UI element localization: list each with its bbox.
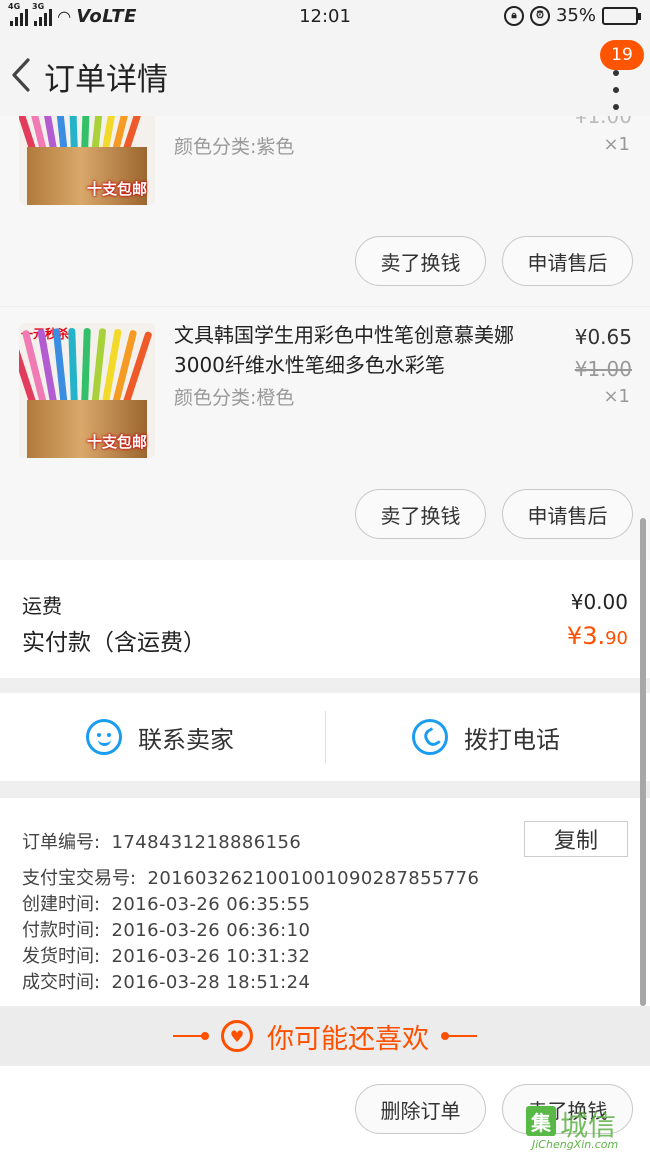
product-image[interactable]: 一元秒杀 十支包邮 [19, 323, 155, 458]
order-info: 订单编号: 1748431218886156 复制 支付宝交易号: 201603… [0, 798, 650, 1006]
watermark-box: 集 [526, 1106, 556, 1136]
decor-line-right [441, 1032, 477, 1040]
after-sales-button[interactable]: 申请售后 [502, 236, 633, 286]
item-price-partial: ¥1.00 [574, 116, 632, 128]
created-time-row: 创建时间: 2016-03-26 06:35:55 [22, 890, 310, 916]
item-title[interactable]: 文具韩国学生用彩色中性笔创意慕美娜3000纤维水性笔细多色水彩笔 [174, 320, 546, 380]
call-label: 拨打电话 [464, 725, 560, 754]
paid-cents: 90 [605, 628, 628, 649]
item-original-price: ¥1.00 [574, 357, 632, 381]
paid-main: ¥3. [566, 622, 606, 650]
shipped-time-row: 发货时间: 2016-03-26 10:31:32 [22, 942, 310, 968]
item-qty: ×1 [603, 386, 630, 407]
shipped-time-value: 2016-03-26 10:31:32 [111, 946, 311, 967]
heart-icon: ♥ [221, 1020, 253, 1052]
order-totals: 运费 ¥0.00 实付款（含运费） ¥3.90 [0, 560, 650, 678]
paid-time-value: 2016-03-26 06:36:10 [111, 920, 311, 941]
promo-label: 十支包邮 [86, 180, 147, 198]
contact-seller-button[interactable]: 联系卖家 [86, 693, 234, 781]
completed-time-row: 成交时间: 2016-03-28 18:51:24 [22, 968, 310, 994]
shipping-label: 运费 [22, 594, 62, 618]
status-bar: 4G 3G ◠ VoLTE 12:01 🔒︎ ⏰︎ 35% [0, 0, 650, 36]
sell-for-cash-button[interactable]: 卖了换钱 [355, 489, 486, 539]
watermark-logo: 集 城信 JiChengXin.com [524, 1104, 646, 1154]
rotation-lock-icon: 🔒︎ [503, 5, 524, 26]
watermark-url: JiChengXin.com [532, 1138, 619, 1151]
contact-seller-label: 联系卖家 [138, 725, 234, 754]
order-number-label: 订单编号: [22, 832, 101, 853]
phone-icon [412, 719, 448, 755]
created-time-value: 2016-03-26 06:35:55 [111, 894, 311, 915]
item-spec: 颜色分类:紫色 [174, 136, 295, 158]
back-icon[interactable] [8, 56, 34, 94]
chat-face-icon [86, 719, 122, 755]
copy-button[interactable]: 复制 [524, 821, 628, 857]
battery-percent: 35% [555, 5, 596, 26]
paid-label: 实付款（含运费） [22, 630, 206, 656]
order-item-2[interactable]: 一元秒杀 十支包邮 文具韩国学生用彩色中性笔创意慕美娜3000纤维水性笔细多色水… [0, 307, 650, 560]
sell-for-cash-button[interactable]: 卖了换钱 [355, 236, 486, 286]
nav-bar: 订单详情 19 [0, 36, 650, 116]
promo-label: 十支包邮 [86, 433, 147, 451]
scrollbar[interactable] [640, 518, 646, 1006]
after-sales-button[interactable]: 申请售后 [502, 489, 633, 539]
delete-order-button[interactable]: 删除订单 [355, 1084, 486, 1134]
order-item-1[interactable]: 十支包邮 ¥1.00 颜色分类:紫色 ×1 卖了换钱 申请售后 [0, 116, 650, 306]
item-spec: 颜色分类:橙色 [174, 387, 295, 409]
shipped-time-label: 发货时间: [22, 946, 101, 967]
notification-badge: 19 [600, 40, 644, 70]
paid-total: ¥3.90 [567, 622, 628, 650]
recommend-label: 你可能还喜欢 [267, 1023, 429, 1055]
completed-time-label: 成交时间: [22, 972, 101, 993]
recommend-header: ♥ 你可能还喜欢 [0, 1007, 650, 1065]
created-time-label: 创建时间: [22, 894, 101, 915]
alarm-icon: ⏰︎ [529, 5, 550, 26]
contact-bar: 联系卖家 拨打电话 [0, 693, 650, 781]
order-number-row: 订单编号: 1748431218886156 [22, 828, 301, 854]
alipay-trade-label: 支付宝交易号: [22, 868, 137, 889]
page-title: 订单详情 [44, 62, 168, 98]
order-number-value: 1748431218886156 [111, 832, 302, 853]
divider [325, 711, 326, 763]
call-button[interactable]: 拨打电话 [412, 693, 560, 781]
alipay-trade-value: 2016032621001001090287855776 [147, 868, 480, 889]
completed-time-value: 2016-03-28 18:51:24 [111, 972, 311, 993]
more-icon[interactable] [612, 70, 620, 110]
item-qty: ×1 [603, 134, 630, 155]
decor-line-left [173, 1032, 209, 1040]
pens-graphic [19, 327, 153, 410]
paid-time-label: 付款时间: [22, 920, 101, 941]
item-price: ¥0.65 [574, 325, 632, 349]
product-image[interactable]: 十支包邮 [19, 116, 155, 205]
shipping-value: ¥0.00 [570, 590, 628, 614]
paid-time-row: 付款时间: 2016-03-26 06:36:10 [22, 916, 310, 942]
battery-icon [602, 6, 641, 25]
alipay-trade-row: 支付宝交易号: 2016032621001001090287855776 [22, 864, 479, 890]
